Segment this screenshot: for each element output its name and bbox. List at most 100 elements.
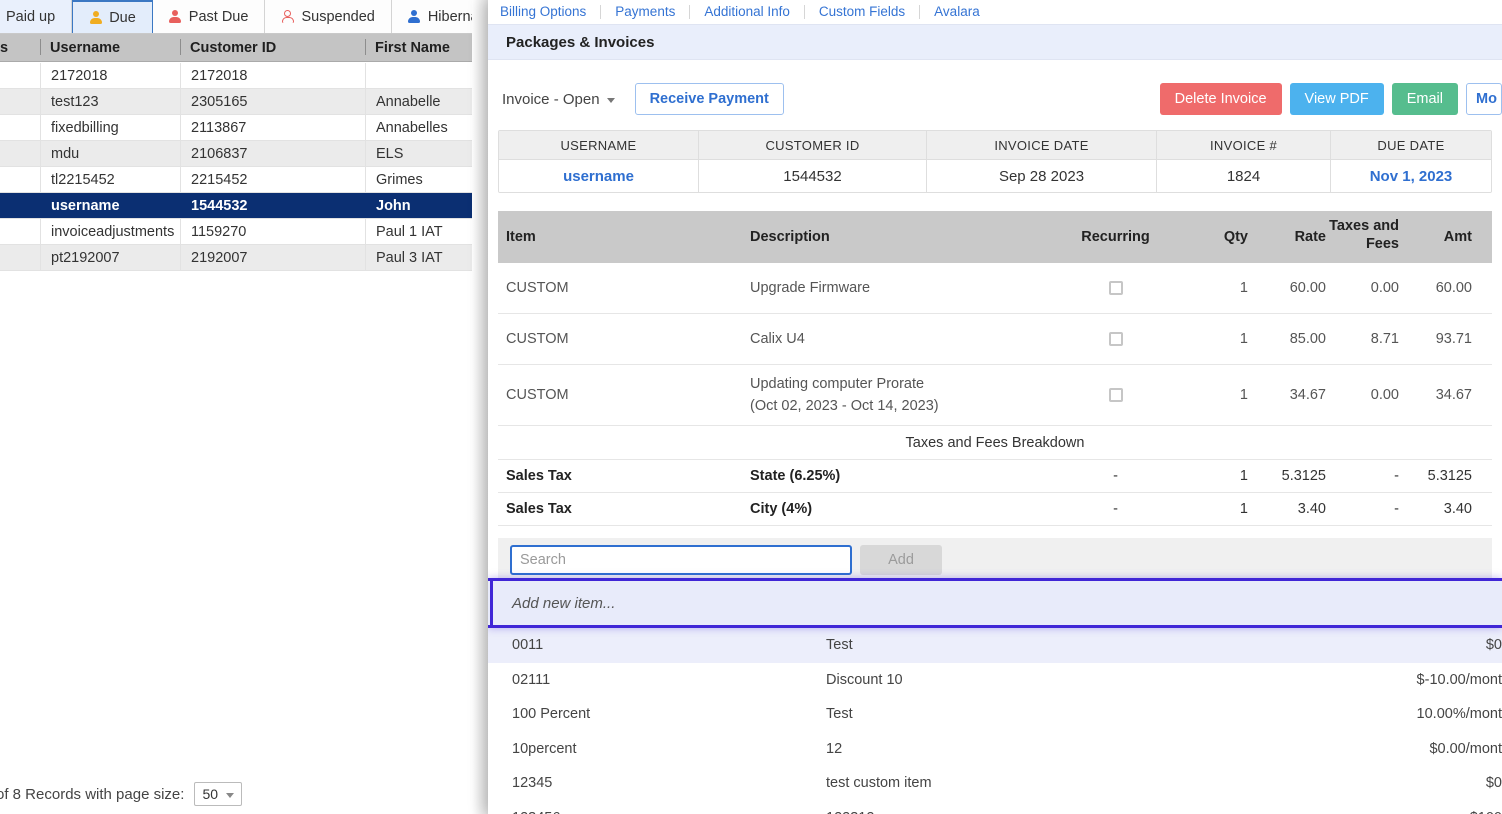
add-button-label: Add xyxy=(888,552,914,568)
cell-customer-id: 2192007 xyxy=(180,245,365,270)
email-button[interactable]: Email xyxy=(1391,83,1458,115)
cell-first-name: Annabelles xyxy=(365,115,488,140)
view-pdf-button[interactable]: View PDF xyxy=(1289,83,1384,115)
column-header-status[interactable]: s xyxy=(0,34,40,61)
table-row[interactable]: mdu 2106837 ELS xyxy=(0,141,488,167)
breakdown-label: Taxes and Fees Breakdown xyxy=(905,434,1085,451)
line-item-name: CUSTOM xyxy=(506,331,569,347)
tab-paid-up[interactable]: Paid up xyxy=(0,0,73,33)
recurring-checkbox[interactable] xyxy=(1108,332,1123,346)
cell-first-name: Paul 3 IAT xyxy=(365,245,488,270)
suggestion-list: 0011 Test $0 02111 Discount 10 $-10.00/mont 10… xyxy=(488,628,1502,814)
suggestion-item[interactable]: 123456122312$100 xyxy=(488,801,1502,814)
section-title-bar: Packages & Invoices xyxy=(488,24,1502,60)
column-header-first-name[interactable]: First Name xyxy=(365,34,488,61)
suggestion-price: $0.00/mont xyxy=(1429,740,1502,757)
tab-custom-fields[interactable]: Custom Fields xyxy=(805,5,921,19)
tab-past-due[interactable]: Past Due xyxy=(152,0,266,33)
line-item-row[interactable]: CUSTOM Updating computer Prorate (Oct 02, … xyxy=(498,365,1492,426)
cell-username: 2172018 xyxy=(40,63,180,88)
suggestion-item[interactable]: 0011 Test $0 xyxy=(488,628,1502,663)
cell-username: test123 xyxy=(40,89,180,114)
invoice-status-select[interactable]: Invoice - Open xyxy=(502,91,615,108)
line-item-taxes: 0.00 xyxy=(1370,387,1399,403)
cell-first-name: Paul 1 IAT xyxy=(365,219,488,244)
table-row[interactable]: 2172018 2172018 xyxy=(0,63,488,89)
page-title: Packages & Invoices xyxy=(506,33,655,51)
suggestion-item[interactable]: 10percent 12 $0.00/mont xyxy=(488,732,1502,767)
cell-status xyxy=(0,245,40,270)
grid-scroll-gutter[interactable] xyxy=(472,0,488,814)
search-input[interactable] xyxy=(510,545,852,575)
suggestion-item[interactable]: 12345 test custom item $0 xyxy=(488,766,1502,801)
column-header-username[interactable]: Username xyxy=(40,34,180,61)
header-qty: Qty xyxy=(1223,229,1248,245)
table-row[interactable]: tl2215452 2215452 Grimes xyxy=(0,167,488,193)
header-rate: Rate xyxy=(1294,229,1326,245)
table-row[interactable]: invoiceadjustments 1159270 Paul 1 IAT xyxy=(0,219,488,245)
item-suggestion-dropdown: Add new item... 0011 Test $0 02111 Discount … xyxy=(488,578,1502,814)
line-item-rate: 85.00 xyxy=(1289,331,1326,347)
more-button[interactable]: Mo xyxy=(1466,83,1502,115)
header-taxes-and-fees: Taxes and Fees xyxy=(1326,211,1399,263)
suggestion-item[interactable]: 02111 Discount 10 $-10.00/mont xyxy=(488,663,1502,698)
tax-item-name: Sales Tax xyxy=(506,468,572,484)
suggestion-code: 02111 xyxy=(512,671,551,688)
cell-customer-id: 1159270 xyxy=(180,219,365,244)
cell-first-name: Grimes xyxy=(365,167,488,192)
tab-due[interactable]: Due xyxy=(72,0,153,33)
line-item-row[interactable]: CUSTOM Calix U4 1 85.00 8.71 93.71 xyxy=(498,314,1492,365)
header-amt: Amt xyxy=(1443,229,1472,245)
tab-suspended-label: Suspended xyxy=(301,8,375,25)
invoice-summary-table: USERNAME CUSTOMER ID INVOICE DATE INVOIC… xyxy=(498,130,1492,193)
cell-status xyxy=(0,115,40,140)
delete-invoice-button[interactable]: Delete Invoice xyxy=(1159,83,1282,115)
value-due-date-cell: Nov 1, 2023 xyxy=(1331,159,1491,192)
header-due-date: DUE DATE xyxy=(1331,131,1491,159)
tab-suspended[interactable]: Suspended xyxy=(265,0,392,33)
cell-username: invoiceadjustments xyxy=(40,219,180,244)
table-row[interactable]: fixedbilling 2113867 Annabelles xyxy=(0,115,488,141)
due-date-link[interactable]: Nov 1, 2023 xyxy=(1370,168,1453,185)
line-items-header: Item Description Recurring Qty Rate Taxe… xyxy=(498,211,1492,263)
invoice-status-label: Invoice - Open xyxy=(502,90,600,108)
tab-payments[interactable]: Payments xyxy=(601,5,691,19)
header-description: Description xyxy=(750,229,830,245)
line-item-row[interactable]: CUSTOM Upgrade Firmware 1 60.00 0.00 60.00 xyxy=(498,263,1492,314)
table-row[interactable]: pt2192007 2192007 Paul 3 IAT xyxy=(0,245,488,271)
add-button[interactable]: Add xyxy=(860,545,942,575)
tab-billing-options[interactable]: Billing Options xyxy=(494,5,602,19)
suggestion-price: 10.00%/mont xyxy=(1416,706,1502,723)
cell-status xyxy=(0,193,40,218)
table-row[interactable]: test123 2305165 Annabelle xyxy=(0,89,488,115)
invoice-summary-value-row: username 1544532 Sep 28 2023 1824 Nov 1,… xyxy=(499,159,1491,192)
value-invoice-date: Sep 28 2023 xyxy=(927,159,1157,192)
recurring-checkbox[interactable] xyxy=(1108,281,1123,295)
table-row[interactable]: username 1544532 John xyxy=(0,193,488,219)
app-root: Paid up Due Past Due Suspended Hibernate… xyxy=(0,0,1502,814)
username-link[interactable]: username xyxy=(563,168,634,185)
tab-due-label: Due xyxy=(109,9,136,26)
suggestion-code: 123456 xyxy=(488,810,826,814)
person-filled-icon xyxy=(169,9,182,24)
cell-customer-id: 2215452 xyxy=(180,167,365,192)
line-item-taxes: 8.71 xyxy=(1370,331,1399,347)
suggestion-description: Discount 10 xyxy=(826,671,903,688)
view-pdf-label: View PDF xyxy=(1304,91,1369,107)
receive-payment-button[interactable]: Receive Payment xyxy=(634,83,784,115)
page-size-select[interactable]: 50 xyxy=(194,782,243,806)
suggestion-item[interactable]: 100 Percent Test 10.00%/mont xyxy=(488,697,1502,732)
add-new-item-option[interactable]: Add new item... xyxy=(488,578,1502,628)
cell-first-name xyxy=(365,63,488,88)
tab-additional-info[interactable]: Additional Info xyxy=(690,5,805,19)
tab-avalara[interactable]: Avalara xyxy=(920,5,994,19)
cell-customer-id: 2305165 xyxy=(180,89,365,114)
column-header-customer-id[interactable]: Customer ID xyxy=(180,34,365,61)
tab-past-due-label: Past Due xyxy=(188,8,249,25)
recurring-checkbox[interactable] xyxy=(1108,388,1123,402)
tax-item-name: Sales Tax xyxy=(506,501,572,517)
cell-username: tl2215452 xyxy=(40,167,180,192)
line-item-description-line2: (Oct 02, 2023 - Oct 14, 2023) xyxy=(750,398,939,414)
line-items-table: Item Description Recurring Qty Rate Taxe… xyxy=(498,211,1492,526)
line-items-body: CUSTOM Upgrade Firmware 1 60.00 0.00 60.00 CUS… xyxy=(498,263,1492,426)
